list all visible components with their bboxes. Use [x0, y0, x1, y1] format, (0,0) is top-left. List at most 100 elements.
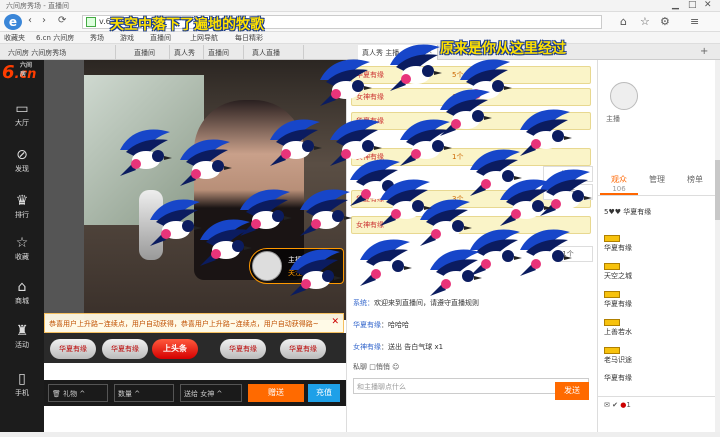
tab-viewers[interactable]: 观众 106 — [600, 174, 638, 195]
crown-icon: ♛ — [15, 193, 29, 209]
viewer-row[interactable]: 5♥♥ 华夏有缘 — [604, 206, 712, 228]
sidebar-item-label: 手机 — [15, 389, 29, 397]
viewer-row[interactable]: 华夏有缘 — [604, 234, 712, 256]
microphone-image — [139, 190, 163, 260]
compass-icon: ⊘ — [16, 147, 28, 163]
fav-item[interactable]: 每日精彩 — [235, 33, 263, 43]
tools-icon[interactable]: ⚙ — [660, 15, 670, 28]
gift-pill[interactable]: 华夏有缘 — [280, 339, 326, 359]
follow-button[interactable]: 关注 — [288, 268, 302, 278]
right-panel: 主播 观众 106 管理 榜单 5♥♥ 华夏有缘 华夏有缘 天空之城 华夏有缘 上… — [597, 60, 716, 432]
viewer-row[interactable]: 华夏有缘 — [604, 372, 712, 394]
sidebar-item-label: 活动 — [15, 341, 29, 349]
fav-item[interactable]: 直播间 — [150, 33, 171, 43]
sidebar: 6.cn 六间房 ▭ 大厅 ⊘ 发现 ♛ 排行 ☆ 收藏 ⌂ 商城 ♜ 活动 ▯ 手机 — [0, 60, 44, 432]
reward-row: 华夏有缘 4个 — [351, 112, 591, 130]
maximize-icon[interactable]: □ — [688, 0, 697, 10]
check-icon: ✔ — [612, 401, 618, 409]
chat-message: 女神有缘：送出 告白气球 x1 — [353, 343, 444, 351]
tab-managers[interactable]: 管理 — [638, 174, 676, 185]
close-icon[interactable]: ✕ — [331, 317, 339, 327]
scrollbar[interactable] — [715, 60, 720, 432]
fav-item[interactable]: 上网导航 — [190, 33, 218, 43]
gift-select[interactable]: 🗑 礼物 ^ — [48, 384, 108, 402]
avatar[interactable] — [610, 82, 638, 110]
new-tab-icon[interactable]: + — [700, 46, 708, 57]
favorites-bar: 收藏夹 6.cn 六间房 秀场 游戏 直播间 上网导航 每日精彩 — [0, 32, 720, 44]
viewer-tabs: 观众 106 管理 榜单 — [598, 170, 716, 196]
gift-pill[interactable]: 华夏有缘 — [102, 339, 148, 359]
recharge-button[interactable]: 充值 — [308, 384, 340, 402]
viewer-row[interactable]: 天空之城 — [604, 262, 712, 284]
sidebar-item-rank[interactable]: ♛ 排行 — [0, 192, 44, 228]
fav-item[interactable]: 秀场 — [90, 33, 104, 43]
browser-nav-bar: e ‹ › ⟳ v.6.cn/ ⌂ ☆ ⚙ ≡ — [0, 12, 720, 32]
tab-rank[interactable]: 榜单 — [676, 174, 714, 185]
sidebar-item-label: 大厅 — [15, 119, 29, 127]
site-logo[interactable]: 6.cn 六间房 — [2, 62, 36, 83]
tv-icon: ▭ — [15, 101, 29, 117]
browser-tab[interactable]: 真人秀 — [170, 45, 204, 60]
badge-icon — [604, 346, 620, 354]
gift-pill[interactable]: 华夏有缘 — [220, 339, 266, 359]
chat-message: 系统：欢迎来到直播间，请遵守直播规则 — [353, 299, 479, 307]
viewer-row[interactable]: 上善若水 — [604, 318, 712, 340]
anchor-name: 主播 — [606, 115, 620, 123]
scrollbar-thumb[interactable] — [715, 160, 720, 220]
count-field[interactable]: 数量 ^ — [114, 384, 174, 402]
status-bar — [0, 432, 720, 437]
sidebar-item-mobile[interactable]: ▯ 手机 — [0, 370, 44, 406]
send-gift-button[interactable]: 赠送 — [248, 384, 304, 402]
side-flower-button[interactable]: 送花 — [543, 184, 593, 200]
viewer-row[interactable]: 老马识途 — [604, 346, 712, 368]
headline-pill[interactable]: 上头条 — [152, 339, 198, 359]
avatar — [252, 251, 282, 281]
reward-row: 女神有缘 6个 — [351, 88, 591, 106]
tab-close-icon[interactable]: ✕ — [426, 47, 433, 56]
badge-icon — [604, 234, 620, 242]
forward-icon[interactable]: › — [42, 15, 46, 26]
anchor-card[interactable]: 主播 关注 — [249, 248, 344, 284]
chat-panel: 华夏有缘 5个 女神有缘 6个 华夏有缘 4个 女神有缘 1个 华夏有缘 3个 女神有缘 2… — [346, 60, 596, 432]
favorites-icon[interactable]: ☆ — [640, 15, 650, 28]
back-icon[interactable]: ‹ — [28, 15, 32, 26]
recipient-select[interactable]: 送给 女神 ^ — [180, 384, 242, 402]
chat-options[interactable]: 私聊 □悄悄 ☺ — [353, 362, 399, 372]
fav-item[interactable]: 收藏夹 — [4, 33, 25, 43]
window-title: 六间房秀场 - 直播间 — [6, 2, 69, 10]
home-icon[interactable]: ⌂ — [620, 15, 627, 28]
sidebar-item-shop[interactable]: ⌂ 商城 — [0, 278, 44, 314]
browser-tab[interactable]: 直播间 — [130, 45, 170, 60]
gift-control-bar: 🗑 礼物 ^ 数量 ^ 送给 女神 ^ 赠送 充值 — [44, 380, 346, 406]
sidebar-item-activity[interactable]: ♜ 活动 — [0, 322, 44, 358]
minimize-icon[interactable]: ▁ — [672, 0, 679, 10]
browser-tab[interactable]: 六间房 六间房秀场 — [4, 45, 116, 60]
side-count: 1个 — [543, 246, 593, 262]
sidebar-item-discover[interactable]: ⊘ 发现 — [0, 146, 44, 182]
badge-icon — [604, 318, 620, 326]
browser-logo-icon: e — [4, 14, 22, 30]
reward-row: 女神有缘 2个 — [351, 216, 591, 234]
menu-icon[interactable]: ≡ — [690, 15, 699, 28]
chat-input[interactable]: 和主播聊点什么 — [353, 378, 589, 394]
gift-pill[interactable]: 华夏有缘 — [50, 339, 96, 359]
video-background — [44, 60, 84, 320]
marquee-line-1: 天空中落下了遍地的牧歌 — [110, 17, 264, 33]
sidebar-item-hall[interactable]: ▭ 大厅 — [0, 100, 44, 136]
refresh-icon[interactable]: ⟳ — [58, 15, 66, 26]
star-icon: ☆ — [15, 235, 29, 251]
browser-tab[interactable]: 直播间 — [204, 45, 244, 60]
shop-icon: ⌂ — [17, 279, 27, 295]
sidebar-item-favorites[interactable]: ☆ 收藏 — [0, 234, 44, 270]
side-gift-button[interactable]: 礼物 — [543, 166, 593, 182]
chat-send-button[interactable]: 发送 — [555, 382, 589, 400]
mail-icon[interactable]: ✉ — [604, 401, 610, 409]
viewer-row[interactable]: 华夏有缘 — [604, 290, 712, 312]
badge-icon — [604, 262, 620, 270]
fav-item[interactable]: 6.cn 六间房 — [36, 33, 74, 43]
fav-item[interactable]: 游戏 — [120, 33, 134, 43]
browser-tab[interactable]: 真人直播 — [248, 45, 304, 60]
close-icon[interactable]: ✕ — [704, 0, 712, 10]
live-video[interactable]: 主播 关注 — [44, 60, 346, 320]
reward-row: 华夏有缘 5个 — [351, 66, 591, 84]
